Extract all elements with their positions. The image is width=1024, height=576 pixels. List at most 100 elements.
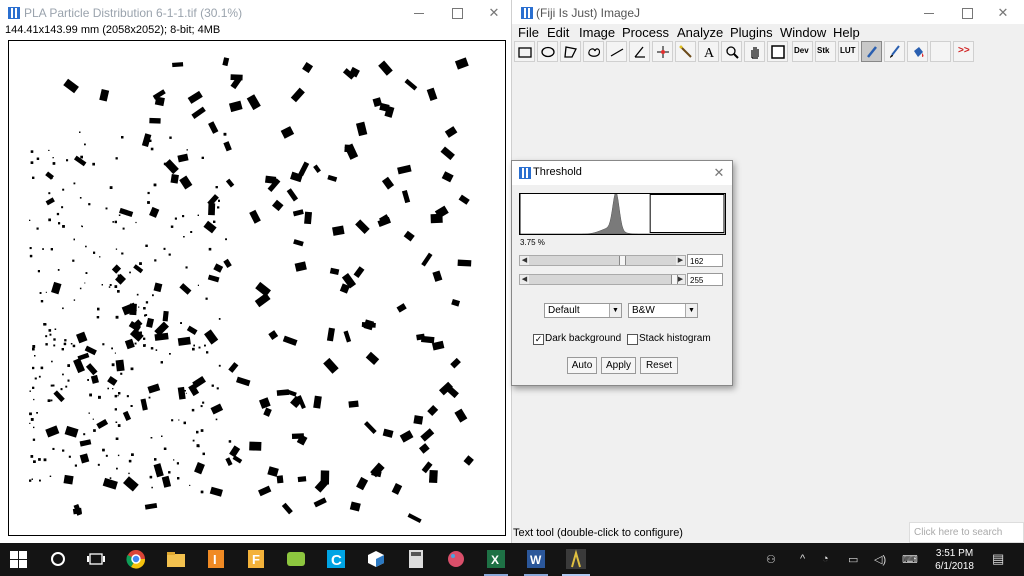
menu-process[interactable]: Process — [622, 25, 669, 40]
color-picker-tool[interactable] — [767, 41, 788, 62]
point-tool[interactable] — [652, 41, 673, 62]
menu-file[interactable]: File — [518, 25, 539, 40]
speckle — [101, 284, 103, 286]
app-orange-i-icon[interactable]: I — [206, 549, 226, 569]
freehand-tool[interactable] — [583, 41, 604, 62]
oval-tool[interactable] — [537, 41, 558, 62]
speckle — [192, 439, 195, 442]
max-threshold-slider[interactable]: ◀ ▶ — [519, 274, 686, 285]
fiji-maximize-button[interactable] — [952, 2, 982, 24]
speckle — [57, 269, 60, 271]
menu-edit[interactable]: Edit — [547, 25, 569, 40]
excel-icon[interactable]: X — [486, 549, 506, 569]
speckle — [111, 363, 115, 367]
particle — [191, 106, 206, 119]
menu-analyze[interactable]: Analyze — [677, 25, 723, 40]
max-slider-thumb[interactable] — [671, 275, 678, 284]
app-cyan-c-icon[interactable]: C — [326, 549, 346, 569]
min-threshold-field[interactable]: 162 — [687, 254, 723, 267]
wand-tool[interactable] — [675, 41, 696, 62]
speckle — [73, 299, 76, 301]
speckle — [114, 352, 116, 354]
fiji-minimize-button[interactable] — [914, 2, 944, 24]
text-tool[interactable]: A — [698, 41, 719, 62]
line-tool[interactable] — [606, 41, 627, 62]
volume-icon[interactable]: ◁) — [874, 553, 886, 566]
chevron-up-icon[interactable]: ^ — [800, 553, 805, 565]
pencil-tool[interactable] — [861, 41, 882, 62]
particle — [207, 274, 220, 283]
min-threshold-slider[interactable]: ◀ ▶ — [519, 255, 686, 266]
battery-icon[interactable]: ▭ — [848, 553, 858, 566]
zoom-tool[interactable] — [721, 41, 742, 62]
close-button[interactable]: ✕ — [479, 2, 509, 24]
app-blue-cube-icon[interactable] — [366, 549, 386, 569]
speckle — [116, 467, 118, 470]
task-view-icon[interactable] — [86, 549, 106, 569]
word-icon[interactable]: W — [526, 549, 546, 569]
threshold-close-button[interactable]: ✕ — [706, 162, 732, 184]
keyboard-icon[interactable]: ⌨ — [902, 553, 918, 566]
app-green-icon[interactable] — [286, 549, 306, 569]
fiji-close-button[interactable]: ✕ — [988, 2, 1018, 24]
stack-tool[interactable]: Stk — [815, 41, 836, 62]
apply-button[interactable]: Apply — [601, 357, 636, 374]
windows-start-icon[interactable] — [10, 551, 28, 569]
dev-tool[interactable]: Dev — [792, 41, 813, 62]
notifications-icon[interactable]: ▤ — [992, 551, 1004, 567]
chrome-icon[interactable] — [126, 549, 146, 569]
brush-tool[interactable] — [884, 41, 905, 62]
speckle — [192, 347, 195, 351]
menu-window[interactable]: Window — [780, 25, 826, 40]
empty-tool-slot[interactable] — [930, 41, 951, 62]
app-orange-f-icon[interactable]: F — [246, 549, 266, 569]
speckle — [152, 294, 154, 297]
polygon-tool[interactable] — [560, 41, 581, 62]
maximize-button[interactable] — [442, 2, 472, 24]
threshold-dialog[interactable]: Threshold ✕ 3.75 % ◀ ▶ 162 ◀ ▶ 255 Defau… — [511, 160, 733, 386]
max-threshold-field[interactable]: 255 — [687, 273, 723, 286]
image-canvas[interactable] — [8, 40, 506, 536]
angle-tool[interactable] — [629, 41, 650, 62]
menu-image[interactable]: Image — [579, 25, 615, 40]
speckle — [189, 484, 191, 486]
file-explorer-icon[interactable] — [166, 549, 186, 569]
mode-select[interactable]: B&W ▼ — [628, 303, 698, 318]
fiji-app-icon — [521, 7, 533, 19]
method-select[interactable]: Default ▼ — [544, 303, 622, 318]
menu-help[interactable]: Help — [833, 25, 860, 40]
speckle — [184, 390, 186, 392]
particle — [276, 389, 290, 396]
auto-button[interactable]: Auto — [567, 357, 597, 374]
slider-left-arrow-icon[interactable]: ◀ — [520, 256, 529, 265]
reset-button[interactable]: Reset — [640, 357, 678, 374]
stack-histogram-checkbox[interactable] — [627, 334, 638, 345]
particle — [161, 475, 172, 488]
slider-left-arrow-icon[interactable]: ◀ — [520, 275, 529, 284]
minimize-button[interactable] — [404, 2, 434, 24]
search-input[interactable]: Click here to search — [909, 522, 1024, 543]
network-icon[interactable]: ◔ — [822, 553, 829, 565]
image-window-titlebar[interactable]: PLA Particle Distribution 6-1-1.tif (30.… — [0, 0, 511, 26]
people-icon[interactable]: ⚇ — [766, 553, 776, 566]
calculator-icon[interactable] — [406, 549, 426, 569]
oval-icon — [541, 46, 555, 58]
min-slider-thumb[interactable] — [619, 256, 627, 265]
clock[interactable]: 3:51 PM 6/1/2018 — [935, 547, 974, 573]
speckle — [36, 412, 38, 414]
fiji-titlebar[interactable]: (Fiji Is Just) ImageJ ✕ — [512, 0, 1024, 26]
image-window[interactable]: PLA Particle Distribution 6-1-1.tif (30.… — [0, 0, 512, 543]
scroll-tool[interactable] — [744, 41, 765, 62]
rectangle-tool[interactable] — [514, 41, 535, 62]
menu-plugins[interactable]: Plugins — [730, 25, 773, 40]
dark-background-checkbox[interactable]: ✓ — [533, 334, 544, 345]
flood-fill-tool[interactable] — [907, 41, 928, 62]
fiji-taskbar-icon[interactable] — [566, 549, 586, 569]
particle — [418, 443, 430, 454]
lut-tool[interactable]: LUT — [838, 41, 859, 62]
more-tools-button[interactable]: >> — [953, 41, 974, 62]
cortana-icon[interactable] — [48, 549, 68, 569]
slider-right-arrow-icon[interactable]: ▶ — [676, 256, 685, 265]
app-paint-icon[interactable] — [446, 549, 466, 569]
threshold-titlebar[interactable]: Threshold ✕ — [512, 161, 732, 185]
